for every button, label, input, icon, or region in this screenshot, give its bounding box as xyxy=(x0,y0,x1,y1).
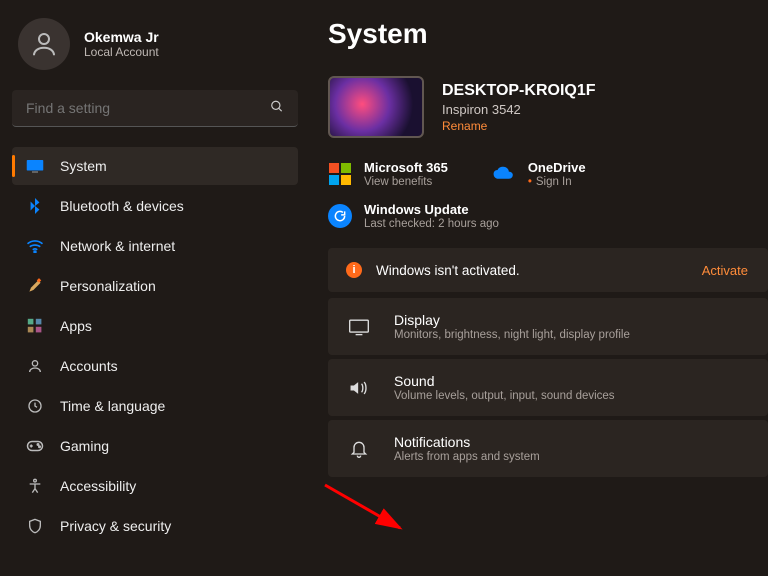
sidebar-item-accounts[interactable]: Accounts xyxy=(12,347,298,385)
user-profile[interactable]: Okemwa Jr Local Account xyxy=(12,18,298,70)
accessibility-icon xyxy=(26,477,44,495)
page-title: System xyxy=(328,18,768,50)
rename-link[interactable]: Rename xyxy=(442,119,596,133)
gamepad-icon xyxy=(26,437,44,455)
nav-label: Privacy & security xyxy=(60,518,171,534)
setting-sound[interactable]: Sound Volume levels, output, input, soun… xyxy=(328,359,768,416)
setting-notifications[interactable]: Notifications Alerts from apps and syste… xyxy=(328,420,768,477)
user-account-type: Local Account xyxy=(84,45,159,59)
nav-label: Time & language xyxy=(60,398,165,414)
alert-icon: i xyxy=(346,262,362,278)
sidebar-item-system[interactable]: System xyxy=(12,147,298,185)
setting-title: Sound xyxy=(394,373,615,389)
setting-sub: Monitors, brightness, night light, displ… xyxy=(394,329,630,341)
setting-display[interactable]: Display Monitors, brightness, night ligh… xyxy=(328,298,768,355)
nav-label: Network & internet xyxy=(60,238,175,254)
shield-icon xyxy=(26,517,44,535)
update-icon xyxy=(328,204,352,228)
activation-message: Windows isn't activated. xyxy=(376,263,520,278)
sidebar-item-bluetooth[interactable]: Bluetooth & devices xyxy=(12,187,298,225)
nav-list: System Bluetooth & devices Network & int… xyxy=(12,147,298,545)
avatar-icon xyxy=(18,18,70,70)
main-panel: System DESKTOP-KROIQ1F Inspiron 3542 Ren… xyxy=(310,0,768,576)
display-icon xyxy=(346,318,372,336)
setting-sub: Alerts from apps and system xyxy=(394,451,540,463)
settings-app: Okemwa Jr Local Account System Bluetooth… xyxy=(0,0,768,576)
service-m365[interactable]: Microsoft 365 View benefits xyxy=(328,160,448,188)
onedrive-title: OneDrive xyxy=(528,160,586,175)
setting-sub: Volume levels, output, input, sound devi… xyxy=(394,390,615,402)
apps-icon xyxy=(26,317,44,335)
sidebar: Okemwa Jr Local Account System Bluetooth… xyxy=(0,0,310,576)
nav-label: Bluetooth & devices xyxy=(60,198,184,214)
update-title: Windows Update xyxy=(364,202,499,217)
bell-icon xyxy=(346,439,372,459)
device-name: DESKTOP-KROIQ1F xyxy=(442,82,596,100)
sound-icon xyxy=(346,379,372,397)
m365-title: Microsoft 365 xyxy=(364,160,448,175)
device-thumbnail xyxy=(328,76,424,138)
m365-sub: View benefits xyxy=(364,176,448,188)
device-info-row: DESKTOP-KROIQ1F Inspiron 3542 Rename xyxy=(328,76,768,138)
search-box xyxy=(12,90,298,127)
service-windows-update[interactable]: Windows Update Last checked: 2 hours ago xyxy=(328,202,768,230)
user-name: Okemwa Jr xyxy=(84,29,159,45)
nav-label: Accounts xyxy=(60,358,118,374)
search-icon xyxy=(270,99,284,118)
activation-alert: i Windows isn't activated. Activate xyxy=(328,248,768,292)
onedrive-sub: •Sign In xyxy=(528,176,586,188)
services-row: Microsoft 365 View benefits OneDrive •Si… xyxy=(328,160,768,188)
device-model: Inspiron 3542 xyxy=(442,102,596,117)
sidebar-item-privacy[interactable]: Privacy & security xyxy=(12,507,298,545)
search-input[interactable] xyxy=(12,90,298,127)
m365-icon xyxy=(328,162,352,186)
sidebar-item-gaming[interactable]: Gaming xyxy=(12,427,298,465)
setting-title: Display xyxy=(394,312,630,328)
sidebar-item-time[interactable]: Time & language xyxy=(12,387,298,425)
nav-label: Personalization xyxy=(60,278,156,294)
nav-label: Apps xyxy=(60,318,92,334)
device-info: DESKTOP-KROIQ1F Inspiron 3542 Rename xyxy=(442,82,596,133)
user-text: Okemwa Jr Local Account xyxy=(84,29,159,59)
sidebar-item-network[interactable]: Network & internet xyxy=(12,227,298,265)
nav-label: System xyxy=(60,158,107,174)
system-icon xyxy=(26,157,44,175)
brush-icon xyxy=(26,277,44,295)
setting-title: Notifications xyxy=(394,434,540,450)
nav-label: Accessibility xyxy=(60,478,136,494)
accounts-icon xyxy=(26,357,44,375)
onedrive-icon xyxy=(492,162,516,186)
service-onedrive[interactable]: OneDrive •Sign In xyxy=(492,160,586,188)
sidebar-item-accessibility[interactable]: Accessibility xyxy=(12,467,298,505)
bluetooth-icon xyxy=(26,197,44,215)
wifi-icon xyxy=(26,237,44,255)
activate-link[interactable]: Activate xyxy=(702,263,750,278)
clock-icon xyxy=(26,397,44,415)
sidebar-item-apps[interactable]: Apps xyxy=(12,307,298,345)
nav-label: Gaming xyxy=(60,438,109,454)
update-sub: Last checked: 2 hours ago xyxy=(364,218,499,230)
sidebar-item-personalization[interactable]: Personalization xyxy=(12,267,298,305)
